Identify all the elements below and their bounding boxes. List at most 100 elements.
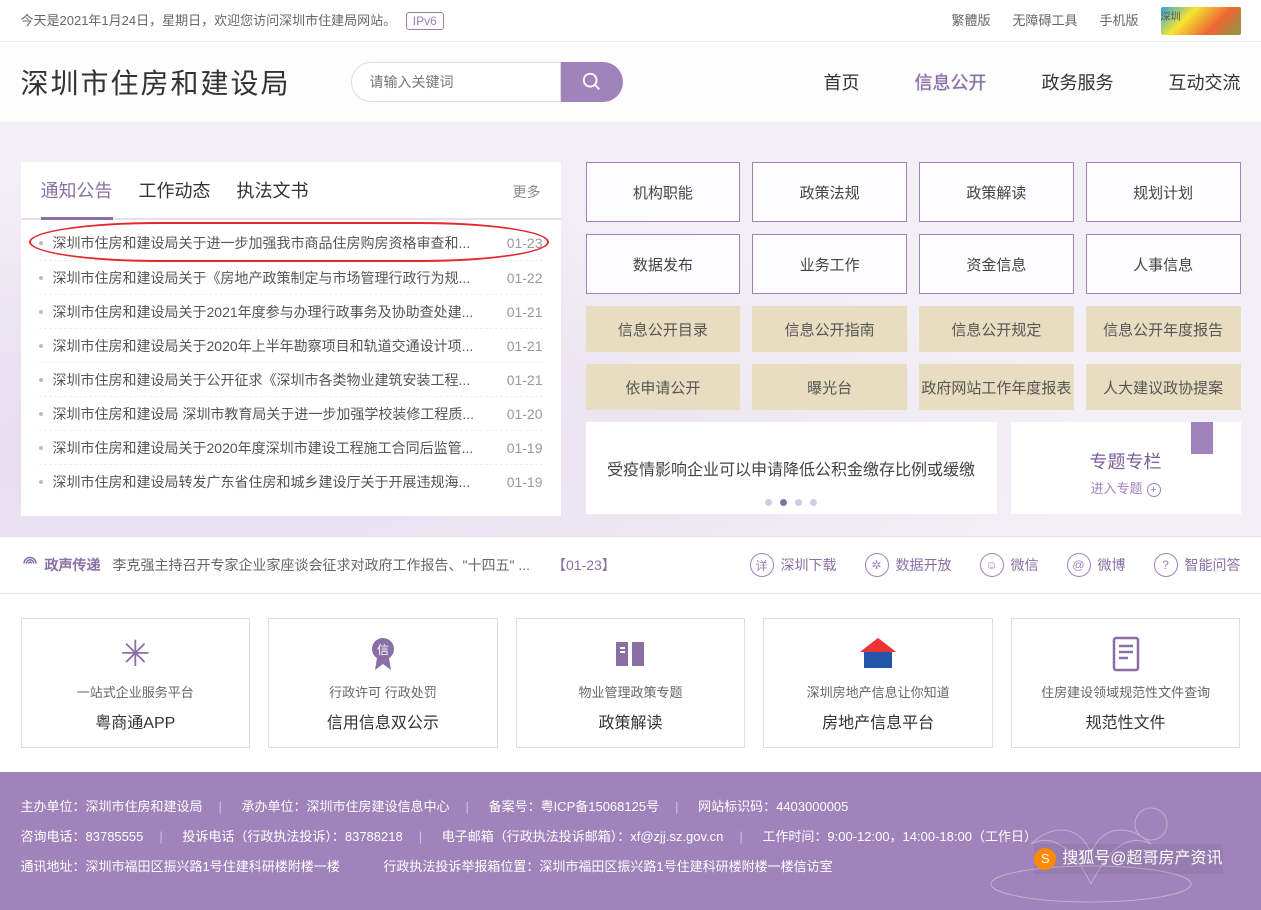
news-item: 深圳市住房和建设局转发广东省住房和城乡建设厅关于开展违规海...01-19 [39, 464, 543, 498]
news-title[interactable]: 深圳市住房和建设局关于2020年度深圳市建设工程施工合同后监管... [53, 438, 491, 458]
grid-cell[interactable]: 人大建议政协提案 [1086, 364, 1241, 410]
link-accessibility[interactable]: 无障碍工具 [1012, 0, 1077, 42]
nav-gov-services[interactable]: 政务服务 [1042, 69, 1114, 95]
ipv6-badge[interactable]: IPv6 [406, 12, 444, 30]
service-card[interactable]: 深圳房地产信息让你知道房地产信息平台 [763, 618, 993, 748]
bullet-icon [39, 276, 43, 280]
news-date: 01-22 [507, 270, 543, 286]
quick-link[interactable]: ☺微信 [980, 553, 1039, 577]
news-title[interactable]: 深圳市住房和建设局转发广东省住房和城乡建设厅关于开展违规海... [53, 472, 491, 492]
tab-notice[interactable]: 通知公告 [41, 177, 113, 220]
ticker-text[interactable]: 李克强主持召开专家企业家座谈会征求对政府工作报告、"十四五" ... [113, 555, 531, 575]
grid-cell[interactable]: 信息公开指南 [752, 306, 907, 352]
more-link[interactable]: 更多 [513, 182, 541, 202]
news-panel: 通知公告 工作动态 执法文书 更多 深圳市住房和建设局关于进一步加强我市商品住房… [21, 162, 561, 516]
card-title: 粤商通APP [95, 709, 175, 733]
nav-info-disclosure[interactable]: 信息公开 [915, 69, 987, 95]
main-area: 通知公告 工作动态 执法文书 更多 深圳市住房和建设局关于进一步加强我市商品住房… [0, 122, 1261, 536]
news-date: 01-21 [507, 338, 543, 354]
news-title[interactable]: 深圳市住房和建设局关于进一步加强我市商品住房购房资格审查和... [53, 233, 491, 253]
news-date: 01-20 [507, 406, 543, 422]
top-links: 繁體版 无障碍工具 手机版 [951, 0, 1240, 42]
service-card[interactable]: 信行政许可 行政处罚信用信息双公示 [268, 618, 498, 748]
quick-link[interactable]: ✲数据开放 [865, 553, 952, 577]
top-bar: 今天是2021年1月24日，星期日，欢迎您访问深圳市住建局网站。 IPv6 繁體… [0, 0, 1261, 42]
news-item: 深圳市住房和建设局关于进一步加强我市商品住房购房资格审查和... 01-23 [39, 226, 543, 260]
banner-text: 受疫情影响企业可以申请降低公积金缴存比例或缓缴 [607, 456, 975, 480]
search-button[interactable] [561, 62, 623, 102]
search [351, 62, 623, 102]
news-title[interactable]: 深圳市住房和建设局关于《房地产政策制定与市场管理行政行为规... [53, 268, 491, 288]
policy-ticker-row: 政声传递 李克强主持召开专家企业家座谈会征求对政府工作报告、"十四五" ... … [0, 536, 1261, 594]
banner-carousel[interactable]: 受疫情影响企业可以申请降低公积金缴存比例或缓缴 [586, 422, 997, 514]
footer-tel: 咨询电话：83785555 [21, 829, 144, 844]
sohu-icon: S [1034, 848, 1056, 870]
news-title[interactable]: 深圳市住房和建设局关于2021年度参与办理行政事务及协助查处建... [53, 302, 491, 322]
bookmark-icon [1191, 422, 1213, 454]
tab-work-news[interactable]: 工作动态 [139, 177, 211, 217]
news-tabs: 通知公告 工作动态 执法文书 更多 [21, 162, 561, 220]
quick-link[interactable]: @微博 [1067, 553, 1126, 577]
grid-cell[interactable]: 政策法规 [752, 162, 907, 222]
main-nav: 首页 信息公开 政务服务 互动交流 [824, 69, 1241, 95]
grid-cell[interactable]: 政府网站工作年度报表 [919, 364, 1074, 410]
card-title: 房地产信息平台 [822, 709, 934, 733]
site-title[interactable]: 深圳市住房和建设局 [21, 62, 291, 102]
topics-panel[interactable]: 专题专栏 进入专题+ [1011, 422, 1241, 514]
news-date: 01-21 [507, 372, 543, 388]
grid-cell[interactable]: 曝光台 [752, 364, 907, 410]
news-date: 01-21 [507, 304, 543, 320]
news-list: 深圳市住房和建设局关于进一步加强我市商品住房购房资格审查和...01-23深圳市… [21, 220, 561, 516]
card-subtitle: 深圳房地产信息让你知道 [807, 682, 950, 701]
bullet-icon [39, 310, 43, 314]
service-cards: ✳一站式企业服务平台粤商通APP信行政许可 行政处罚信用信息双公示物业管理政策专… [0, 594, 1261, 772]
link-icon: ☺ [980, 553, 1004, 577]
grid-cell[interactable]: 依申请公开 [586, 364, 741, 410]
service-card[interactable]: 物业管理政策专题政策解读 [516, 618, 746, 748]
grid-cell[interactable]: 资金信息 [919, 234, 1074, 294]
bullet-icon [39, 446, 43, 450]
news-date: 01-23 [507, 235, 543, 251]
card-subtitle: 一站式企业服务平台 [77, 682, 194, 701]
nav-interaction[interactable]: 互动交流 [1169, 69, 1241, 95]
link-icon: 详 [750, 553, 774, 577]
grid-cell[interactable]: 信息公开规定 [919, 306, 1074, 352]
broadcast-icon [21, 556, 39, 574]
service-card[interactable]: 住房建设领域规范性文件查询规范性文件 [1011, 618, 1241, 748]
news-title[interactable]: 深圳市住房和建设局关于公开征求《深圳市各类物业建筑安装工程... [53, 370, 491, 390]
quick-link[interactable]: 详深圳下载 [750, 553, 837, 577]
news-title[interactable]: 深圳市住房和建设局关于2020年上半年勘察项目和轨道交通设计项... [53, 336, 491, 356]
footer-address: 通讯地址：深圳市福田区振兴路1号住建科研楼附楼一楼 [21, 859, 340, 874]
card-icon: 信 [363, 634, 403, 674]
link-icon: @ [1067, 553, 1091, 577]
service-card[interactable]: ✳一站式企业服务平台粤商通APP [21, 618, 251, 748]
quick-icons: 详深圳下载 ✲数据开放 ☺微信 @微博 ?智能问答 [750, 553, 1241, 577]
bullet-icon [39, 480, 43, 484]
footer-icp[interactable]: 备案号：粤ICP备15068125号 [489, 799, 660, 814]
topics-title: 专题专栏 [1090, 448, 1162, 474]
grid-cell[interactable]: 业务工作 [752, 234, 907, 294]
news-title[interactable]: 深圳市住房和建设局 深圳市教育局关于进一步加强学校装修工程质... [53, 404, 491, 424]
card-title: 规范性文件 [1086, 709, 1166, 733]
grid-cell[interactable]: 数据发布 [586, 234, 741, 294]
tab-enforcement[interactable]: 执法文书 [237, 177, 309, 217]
carousel-dots [765, 499, 817, 506]
link-traditional[interactable]: 繁體版 [951, 0, 990, 42]
grid-cell[interactable]: 政策解读 [919, 162, 1074, 222]
grid-cell[interactable]: 机构职能 [586, 162, 741, 222]
search-input[interactable] [351, 62, 561, 102]
footer-sitecode: 网站标识码：4403000005 [698, 799, 848, 814]
quick-link[interactable]: ?智能问答 [1154, 553, 1241, 577]
nav-home[interactable]: 首页 [824, 69, 860, 95]
grid-cell[interactable]: 规划计划 [1086, 162, 1241, 222]
grid-cell[interactable]: 信息公开目录 [586, 306, 741, 352]
footer-complaint-box: 行政执法投诉举报箱位置：深圳市福田区振兴路1号住建科研楼附楼一楼信访室 [383, 859, 832, 874]
grid-cell[interactable]: 信息公开年度报告 [1086, 306, 1241, 352]
card-subtitle: 住房建设领域规范性文件查询 [1041, 682, 1210, 701]
topics-enter[interactable]: 进入专题+ [1090, 478, 1160, 497]
grid-cell[interactable]: 人事信息 [1086, 234, 1241, 294]
bullet-icon [39, 412, 43, 416]
link-mobile[interactable]: 手机版 [1099, 0, 1138, 42]
banner-row: 受疫情影响企业可以申请降低公积金缴存比例或缓缴 专题专栏 进入专题+ [586, 422, 1241, 514]
news-item: 深圳市住房和建设局 深圳市教育局关于进一步加强学校装修工程质... 01-20 [39, 396, 543, 430]
